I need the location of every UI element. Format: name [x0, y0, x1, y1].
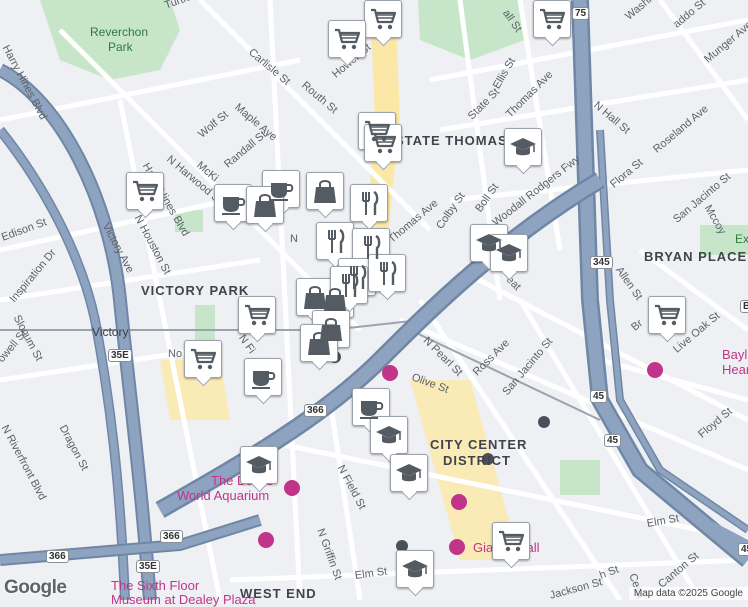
transit-pin-1[interactable] [538, 416, 550, 428]
graduation-cap-icon [376, 426, 402, 444]
route-shield: 366 [304, 404, 327, 417]
poi-label[interactable]: Bayl [722, 347, 747, 362]
route-shield: 35E [108, 349, 132, 362]
grocery-marker[interactable] [238, 296, 276, 334]
shopping-cart-icon [371, 8, 397, 30]
shopping-bag-icon [254, 194, 276, 217]
grocery-marker[interactable] [184, 340, 222, 378]
route-shield: B [740, 300, 748, 313]
park-label: Park [108, 40, 133, 54]
grocery-marker[interactable] [126, 172, 164, 210]
restaurant-marker[interactable] [316, 222, 354, 260]
district-label: BRYAN PLACE [644, 249, 748, 264]
shopping-marker[interactable] [296, 278, 334, 316]
shopping-bag-icon [304, 286, 326, 309]
poi-label: Ex [735, 232, 748, 246]
district-label: STATE THOMAS [395, 133, 508, 148]
graduation-cap-icon [496, 244, 522, 262]
district-label: CITY CENTER [430, 437, 528, 452]
grocery-marker[interactable] [328, 20, 366, 58]
route-shield: 35E [136, 560, 160, 573]
shopping-marker[interactable] [306, 172, 344, 210]
shopping-cart-icon [499, 530, 525, 552]
fork-knife-icon [342, 272, 359, 297]
school-marker[interactable] [370, 416, 408, 454]
graduation-cap-icon [246, 456, 272, 474]
grocery-marker[interactable] [648, 296, 686, 334]
route-shield: 45 [738, 543, 748, 556]
museum-pin-3[interactable] [451, 494, 467, 510]
grocery-marker[interactable] [364, 124, 402, 162]
restaurant-marker[interactable] [350, 184, 388, 222]
shopping-bag-icon [308, 332, 330, 355]
route-shield: 366 [46, 550, 69, 563]
museum-pin[interactable] [258, 532, 274, 548]
school-marker[interactable] [490, 234, 528, 272]
shopping-cart-icon [655, 304, 681, 326]
poi-label[interactable]: World Aquarium [177, 488, 269, 503]
shopping-cart-icon [133, 180, 159, 202]
route-shield: 45 [604, 434, 622, 447]
grocery-marker[interactable] [492, 522, 530, 560]
fork-knife-icon [362, 190, 379, 215]
shopping-cart-icon [540, 8, 566, 30]
graduation-cap-icon [510, 138, 536, 156]
aquarium-pin[interactable] [284, 480, 300, 496]
shopping-cart-icon [335, 28, 361, 50]
district-label: DISTRICT [443, 453, 511, 468]
map-attribution[interactable]: Map data ©2025 Google [628, 587, 748, 600]
grocery-marker[interactable] [533, 0, 571, 38]
cafe-marker[interactable] [244, 358, 282, 396]
shopping-marker[interactable] [246, 186, 284, 224]
shopping-cart-icon [245, 304, 271, 326]
poi-label[interactable]: Hear [722, 362, 748, 377]
school-marker[interactable] [504, 128, 542, 166]
fork-knife-icon [380, 260, 397, 285]
park-small-3 [560, 460, 600, 495]
street-label: No [168, 348, 183, 360]
route-shield: 45 [590, 390, 608, 403]
eyeball-pin[interactable] [449, 539, 465, 555]
baylor-pin[interactable] [647, 362, 663, 378]
school-marker[interactable] [240, 446, 278, 484]
google-logo[interactable]: Google [4, 577, 67, 599]
grocery-marker[interactable] [364, 0, 402, 38]
school-marker[interactable] [396, 550, 434, 588]
poi-label[interactable]: The Sixth Floor [111, 578, 199, 593]
museum-pin-2[interactable] [382, 365, 398, 381]
shopping-cart-icon [191, 348, 217, 370]
shopping-bag-icon [314, 180, 336, 203]
shopping-marker[interactable] [300, 324, 338, 362]
graduation-cap-icon [402, 560, 428, 578]
coffee-cup-icon [252, 371, 276, 389]
park-small-4 [195, 305, 215, 345]
restaurant-marker[interactable] [330, 266, 368, 304]
district-label: VICTORY PARK [141, 283, 250, 298]
school-marker[interactable] [390, 454, 428, 492]
route-shield: 75 [572, 7, 590, 20]
shopping-cart-icon [371, 132, 397, 154]
cafe-marker[interactable] [214, 184, 252, 222]
coffee-cup-icon [222, 197, 246, 215]
fork-knife-icon [328, 228, 345, 253]
park-label: Reverchon [90, 25, 149, 39]
coffee-cup-icon [360, 401, 384, 419]
graduation-cap-icon [396, 464, 422, 482]
route-shield: 366 [160, 530, 183, 543]
route-shield: 345 [590, 256, 613, 269]
transit-station-label[interactable]: Victory [92, 325, 128, 339]
restaurant-marker[interactable] [368, 254, 406, 292]
street-label: N [290, 233, 298, 245]
